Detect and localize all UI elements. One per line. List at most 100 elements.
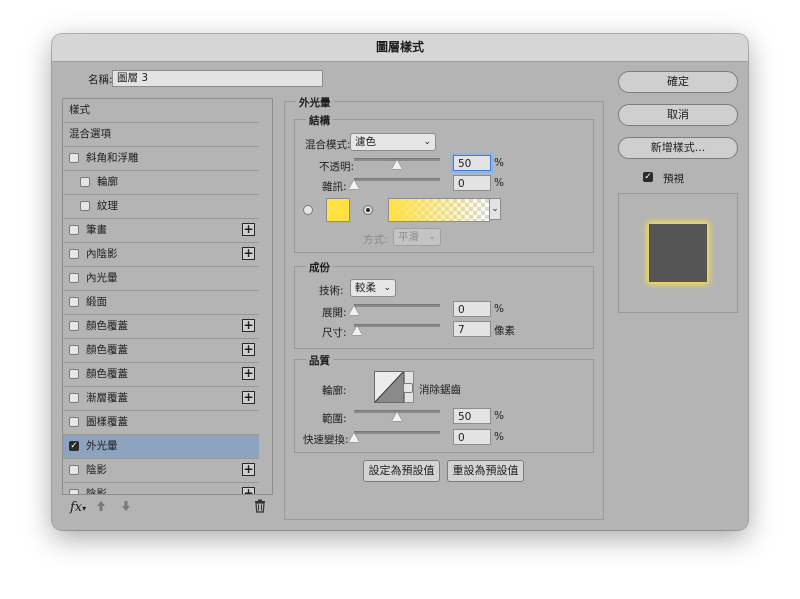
- style-list-item[interactable]: 內陰影 +: [63, 243, 259, 267]
- style-list-item[interactable]: 輪廓: [63, 171, 259, 195]
- gradient-radio[interactable]: [363, 205, 373, 215]
- blend-mode-select[interactable]: 濾色 ⌄: [350, 133, 436, 151]
- style-checkbox[interactable]: [69, 465, 79, 475]
- style-list-item[interactable]: 樣式: [63, 99, 259, 123]
- ok-button[interactable]: 確定: [618, 71, 738, 93]
- spread-slider[interactable]: [354, 304, 440, 307]
- style-list-item-label: 陰影: [86, 488, 107, 495]
- size-unit: 像素: [494, 325, 515, 337]
- style-checkbox[interactable]: [69, 249, 79, 259]
- style-checkbox[interactable]: [69, 153, 79, 163]
- style-list-item[interactable]: 顏色覆蓋 +: [63, 339, 259, 363]
- style-list-item[interactable]: 紋理: [63, 195, 259, 219]
- layer-name-field[interactable]: 圖層 3: [112, 70, 323, 87]
- add-instance-plus-icon[interactable]: +: [242, 247, 255, 260]
- style-list-item-label: 輪廓: [97, 176, 118, 188]
- chevron-down-icon: ⌄: [428, 232, 436, 242]
- method-select[interactable]: 平滑 ⌄: [393, 228, 441, 246]
- move-down-icon[interactable]: [121, 500, 131, 512]
- size-slider-thumb[interactable]: [351, 326, 362, 335]
- add-instance-plus-icon[interactable]: +: [242, 391, 255, 404]
- noise-slider[interactable]: [354, 178, 440, 181]
- add-instance-plus-icon[interactable]: +: [242, 367, 255, 380]
- glow-color-swatch[interactable]: [326, 198, 350, 222]
- jitter-slider[interactable]: [354, 431, 440, 434]
- style-list-item[interactable]: 顏色覆蓋 +: [63, 363, 259, 387]
- technique-select[interactable]: 較柔 ⌄: [350, 279, 396, 297]
- add-instance-plus-icon[interactable]: +: [242, 319, 255, 332]
- add-instance-plus-icon[interactable]: +: [242, 223, 255, 236]
- style-list-item[interactable]: 圖樣覆蓋: [63, 411, 259, 435]
- style-list-item[interactable]: 筆畫 +: [63, 219, 259, 243]
- range-slider-thumb[interactable]: [392, 412, 402, 421]
- style-checkbox[interactable]: [80, 177, 90, 187]
- style-list-item-label: 顏色覆蓋: [86, 368, 128, 380]
- style-checkbox[interactable]: [80, 201, 90, 211]
- opacity-slider-thumb[interactable]: [392, 160, 402, 169]
- style-checkbox[interactable]: [69, 393, 79, 403]
- move-up-icon[interactable]: [96, 500, 106, 512]
- size-field[interactable]: 7: [453, 321, 491, 337]
- fx-icon[interactable]: fx▾: [70, 500, 86, 515]
- style-list-item[interactable]: 陰影 +: [63, 483, 259, 495]
- style-checkbox[interactable]: [69, 417, 79, 427]
- style-list-item-label: 內光暈: [86, 272, 118, 284]
- style-list-item[interactable]: 緞面: [63, 291, 259, 315]
- style-list-item-label: 內陰影: [86, 248, 118, 260]
- noise-unit: %: [494, 177, 504, 189]
- style-list-item-label: 陰影: [86, 464, 107, 476]
- add-instance-plus-icon[interactable]: +: [242, 487, 255, 494]
- range-label: 範圍:: [322, 413, 347, 425]
- trash-icon[interactable]: [254, 499, 266, 513]
- opacity-field[interactable]: 50: [453, 155, 491, 171]
- style-checkbox[interactable]: [69, 225, 79, 235]
- solid-color-radio[interactable]: [303, 205, 313, 215]
- style-list-item-label: 外光暈: [86, 440, 118, 452]
- style-list-item[interactable]: 斜角和浮雕: [63, 147, 259, 171]
- jitter-label: 快速變換:: [303, 434, 349, 446]
- jitter-field[interactable]: 0: [453, 429, 491, 445]
- style-list-item[interactable]: 混合選項: [63, 123, 259, 147]
- style-checkbox[interactable]: [69, 297, 79, 307]
- noise-field[interactable]: 0: [453, 175, 491, 191]
- add-instance-plus-icon[interactable]: +: [242, 343, 255, 356]
- style-list-item[interactable]: ✓ 外光暈: [63, 435, 259, 459]
- jitter-slider-thumb[interactable]: [349, 433, 359, 442]
- panel-title: 外光暈: [296, 95, 334, 110]
- reset-default-button[interactable]: 重設為預設值: [447, 460, 524, 482]
- style-checkbox[interactable]: [69, 369, 79, 379]
- chevron-down-icon: ⌄: [423, 137, 431, 147]
- add-instance-plus-icon[interactable]: +: [242, 463, 255, 476]
- set-default-button[interactable]: 設定為預設值: [363, 460, 440, 482]
- technique-label: 技術:: [319, 285, 344, 297]
- style-checkbox[interactable]: [69, 273, 79, 283]
- preview-checkbox[interactable]: ✓: [643, 172, 653, 182]
- range-unit: %: [494, 410, 504, 422]
- spread-slider-thumb[interactable]: [349, 306, 359, 315]
- preview-swatch: [649, 224, 707, 282]
- glow-gradient-swatch[interactable]: [388, 198, 490, 222]
- noise-slider-thumb[interactable]: [349, 180, 359, 189]
- size-slider[interactable]: [354, 324, 440, 327]
- style-list-item[interactable]: 顏色覆蓋 +: [63, 315, 259, 339]
- range-field[interactable]: 50: [453, 408, 491, 424]
- style-checkbox[interactable]: ✓: [69, 441, 79, 451]
- spread-field[interactable]: 0: [453, 301, 491, 317]
- cancel-button[interactable]: 取消: [618, 104, 738, 126]
- style-checkbox[interactable]: [69, 345, 79, 355]
- chevron-down-icon: ⌄: [383, 283, 391, 293]
- antialias-label: 消除鋸齒: [419, 384, 461, 396]
- dialog-title: 圖層樣式: [52, 34, 748, 62]
- style-checkbox[interactable]: [69, 489, 79, 494]
- gradient-dropdown-chevron-icon[interactable]: ⌄: [489, 198, 501, 220]
- antialias-checkbox[interactable]: [403, 383, 413, 393]
- new-style-button[interactable]: 新增樣式...: [618, 137, 738, 159]
- style-list-item[interactable]: 陰影 +: [63, 459, 259, 483]
- style-list-item[interactable]: 內光暈: [63, 267, 259, 291]
- contour-preview[interactable]: [374, 371, 404, 403]
- style-list-item-label: 筆畫: [86, 224, 107, 236]
- method-label: 方式:: [363, 234, 388, 246]
- style-checkbox[interactable]: [69, 321, 79, 331]
- name-label: 名稱:: [88, 74, 113, 86]
- style-list-item[interactable]: 漸層覆蓋 +: [63, 387, 259, 411]
